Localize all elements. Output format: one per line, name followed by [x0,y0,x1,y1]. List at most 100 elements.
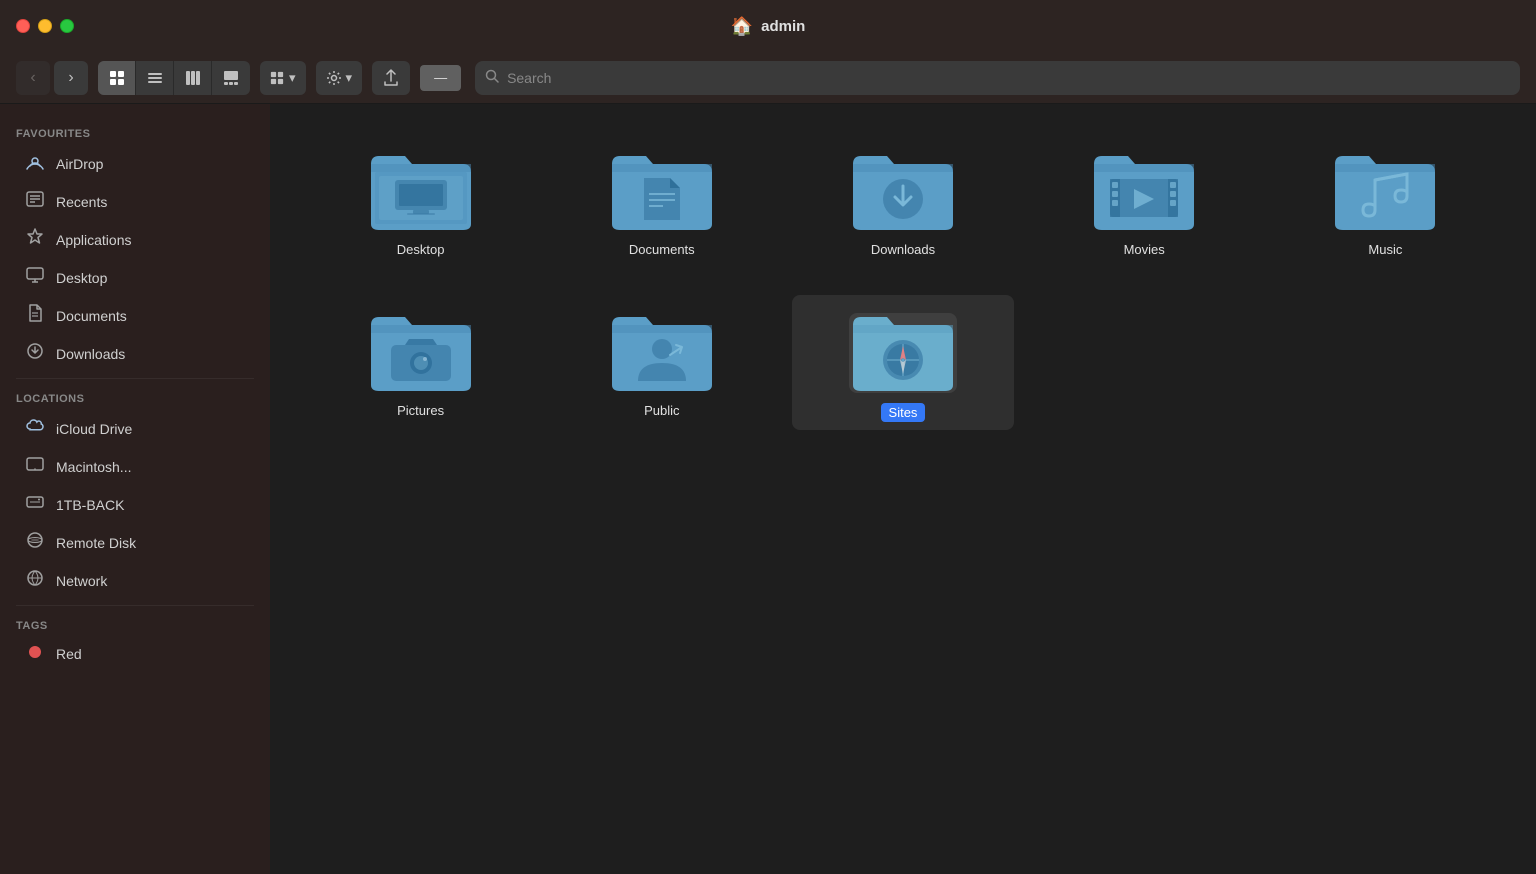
sidebar-item-airdrop[interactable]: AirDrop [8,145,262,182]
network-icon [24,568,46,593]
tags-section-title: Tags [0,612,270,636]
view-dropdown-main-btn[interactable]: ▾ [260,61,306,95]
backup-drive-icon [24,492,46,517]
sidebar-item-documents-label: Documents [56,308,127,324]
sidebar-divider-1 [16,378,254,379]
macintosh-icon [24,454,46,479]
sidebar-item-recents[interactable]: Recents [8,183,262,220]
file-item-documents[interactable]: Documents [551,134,772,265]
downloads-folder-label: Downloads [871,242,935,257]
file-item-sites[interactable]: Sites [792,295,1013,430]
nav-buttons: ‹ › [16,61,88,95]
pictures-folder-icon [367,303,475,393]
view-dropdown: ▾ [260,61,306,95]
back-icon: ‹ [30,69,35,87]
sidebar-item-airdrop-label: AirDrop [56,156,103,172]
file-grid: Desktop Documents [310,134,1496,430]
window-title: 🏠 admin [731,16,806,37]
gallery-icon [223,70,239,86]
public-folder-label: Public [644,403,679,418]
sidebar-item-network-label: Network [56,573,107,589]
recents-icon [24,189,46,214]
downloads-icon [24,341,46,366]
share-icon [383,69,399,87]
sidebar-item-applications[interactable]: Applications [8,221,262,258]
view-icon-button[interactable] [98,61,136,95]
documents-icon [24,303,46,328]
favourites-section-title: Favourites [0,120,270,144]
documents-folder-icon [608,142,716,232]
file-item-downloads[interactable]: Downloads [792,134,1013,265]
pictures-folder-label: Pictures [397,403,444,418]
minimize-button[interactable] [38,19,52,33]
remotedisk-icon [24,530,46,555]
file-item-pictures[interactable]: Pictures [310,295,531,430]
window-controls [16,19,74,33]
movies-folder-label: Movies [1124,242,1165,257]
music-folder-icon [1331,142,1439,232]
forward-icon: › [68,69,73,87]
window-title-icon: 🏠 [731,16,753,37]
list-icon [147,70,163,86]
columns-icon [185,70,201,86]
maximize-button[interactable] [60,19,74,33]
sidebar-item-tag-red[interactable]: Red [8,637,262,670]
sites-folder-icon [849,303,957,393]
sidebar-item-backup[interactable]: 1TB-BACK [8,486,262,523]
applications-icon [24,227,46,252]
window-title-text: admin [761,18,805,35]
sidebar-item-macintosh[interactable]: Macintosh... [8,448,262,485]
action-arrow-label: ▾ [346,70,353,86]
search-icon [485,69,499,86]
desktop-folder-icon [367,142,475,232]
movies-folder-icon [1090,142,1198,232]
music-folder-label: Music [1368,242,1402,257]
view-columns-button[interactable] [174,61,212,95]
icloud-icon [24,416,46,441]
sidebar-item-desktop-label: Desktop [56,270,107,286]
dropdown-arrow-label: ▾ [289,70,296,86]
file-item-desktop[interactable]: Desktop [310,134,531,265]
dropdown-grid-icon [270,71,284,85]
downloads-folder-icon [849,142,957,232]
label-button[interactable]: — [420,65,461,91]
sidebar-item-downloads[interactable]: Downloads [8,335,262,372]
file-item-public[interactable]: Public [551,295,772,430]
sidebar-divider-2 [16,605,254,606]
search-input[interactable] [507,70,1510,86]
view-gallery-button[interactable] [212,61,250,95]
sidebar-item-applications-label: Applications [56,232,132,248]
view-mode-buttons [98,61,250,95]
sidebar-item-downloads-label: Downloads [56,346,125,362]
public-folder-icon [608,303,716,393]
close-button[interactable] [16,19,30,33]
sidebar-item-backup-label: 1TB-BACK [56,497,124,513]
toolbar: ‹ › [0,52,1536,104]
file-item-movies[interactable]: Movies [1034,134,1255,265]
action-button[interactable]: ▾ [316,61,363,95]
view-list-button[interactable] [136,61,174,95]
sidebar-item-icloud[interactable]: iCloud Drive [8,410,262,447]
sidebar-item-remotedisk-label: Remote Disk [56,535,136,551]
sidebar-item-desktop[interactable]: Desktop [8,259,262,296]
sidebar: Favourites AirDrop Recents [0,104,270,874]
back-button[interactable]: ‹ [16,61,50,95]
label-button-text: — [434,70,447,85]
sidebar-item-remotedisk[interactable]: Remote Disk [8,524,262,561]
airdrop-icon [24,151,46,176]
titlebar: 🏠 admin [0,0,1536,52]
gear-icon [326,70,342,86]
sidebar-item-documents[interactable]: Documents [8,297,262,334]
sidebar-item-network[interactable]: Network [8,562,262,599]
documents-folder-label: Documents [629,242,695,257]
desktop-icon [24,265,46,290]
forward-button[interactable]: › [54,61,88,95]
sidebar-item-icloud-label: iCloud Drive [56,421,132,437]
file-item-music[interactable]: Music [1275,134,1496,265]
share-button[interactable] [372,61,410,95]
desktop-folder-label: Desktop [397,242,445,257]
main-content: Favourites AirDrop Recents [0,104,1536,874]
grid-icon [109,70,125,86]
tag-red-icon [24,643,46,664]
file-area: Desktop Documents [270,104,1536,874]
